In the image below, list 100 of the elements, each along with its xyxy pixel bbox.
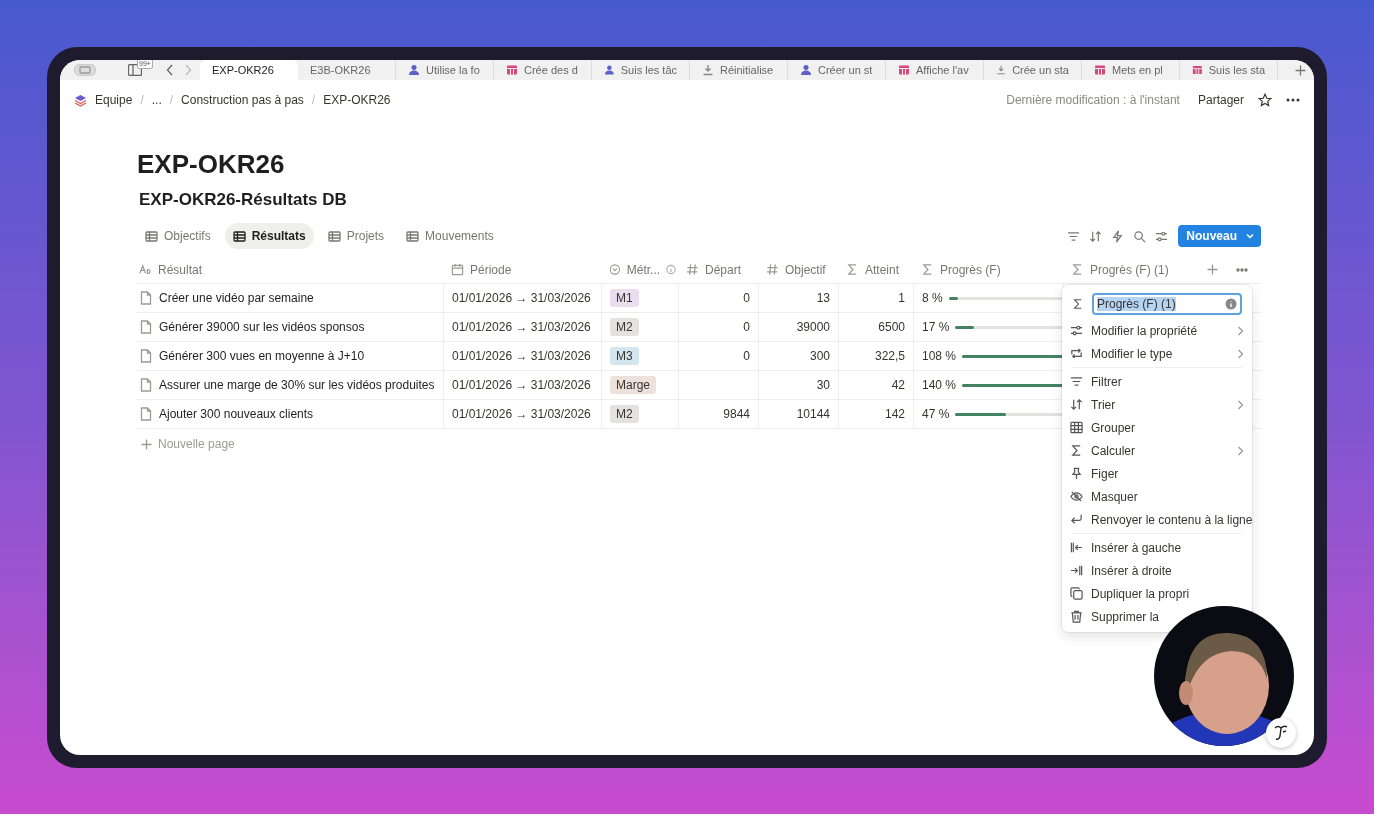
view-tab[interactable]: Objectifs [137, 223, 219, 249]
column-header[interactable]: Métr... [601, 256, 678, 283]
sort-icon[interactable] [1089, 229, 1103, 243]
pin-icon [1070, 467, 1083, 480]
share-button[interactable]: Partager [1195, 91, 1246, 109]
table-cell-text: 140 % [922, 377, 957, 394]
browser-tab[interactable]: Suis les tâc [592, 60, 690, 80]
menu-item[interactable]: Supprimer la [1062, 605, 1168, 628]
menu-item[interactable]: Renvoyer le contenu à la ligne [1062, 508, 1261, 531]
menu-item[interactable]: Calculer [1062, 439, 1252, 462]
menu-item[interactable]: Masquer [1062, 485, 1146, 508]
add-column-icon[interactable] [1207, 264, 1218, 275]
insert-left-icon [1070, 541, 1083, 554]
metric-tag: M1 [610, 289, 639, 307]
table-cell-text: 10144 [796, 406, 830, 423]
plus-icon [141, 438, 152, 450]
table-cell-text: 0 [743, 290, 750, 307]
table-cell-text: 322,5 [874, 348, 905, 365]
grid-icon [1070, 421, 1083, 434]
menu-item[interactable]: Trier [1062, 393, 1252, 416]
menu-item[interactable]: Insérer à gauche [1062, 536, 1190, 559]
page-icon [139, 291, 153, 305]
table-icon [232, 229, 246, 243]
table-cell-text: 01/01/2026 → 31/03/2026 [452, 290, 591, 307]
column-header[interactable]: Période [443, 256, 601, 283]
browser-tab[interactable]: EXP-OKR26 [200, 60, 298, 80]
view-tab[interactable]: Mouvements [398, 223, 502, 249]
view-tab[interactable]: Projets [319, 223, 393, 249]
browser-tab[interactable]: E3B-OKR26 [298, 60, 396, 80]
page-icon [139, 349, 153, 363]
browser-tab[interactable]: Mets en pl [1082, 60, 1180, 80]
row-title[interactable]: Ajouter 300 nouveaux clients [159, 405, 314, 423]
page-icon [139, 407, 153, 421]
table-cell-text: 142 [884, 406, 905, 423]
menu-item[interactable]: Insérer à droite [1062, 559, 1180, 582]
person-icon [800, 64, 812, 76]
sliders-icon [1070, 324, 1083, 337]
sliders-icon[interactable] [1155, 229, 1169, 243]
filter-icon[interactable] [1067, 229, 1081, 243]
table-cell-text: 17 % [922, 319, 950, 336]
more-icon[interactable] [1286, 98, 1300, 102]
column-header[interactable]: Progrès (F) [913, 256, 1063, 283]
table-cell-text: 8 % [922, 290, 943, 307]
calendar-icon [1094, 64, 1106, 76]
column-header[interactable]: Objectif [758, 256, 838, 283]
sigma-icon [921, 263, 934, 276]
menu-item[interactable]: Filtrer [1062, 370, 1130, 393]
row-title[interactable]: Générer 39000 sur les vidéos sponsos [159, 318, 365, 336]
sidebar-toggle-icon[interactable] [128, 64, 142, 76]
table-cell-text: 01/01/2026 → 31/03/2026 [452, 406, 591, 423]
wrap-icon [1070, 513, 1083, 526]
breadcrumb-item[interactable]: Construction pas à pas [179, 91, 306, 109]
search-icon[interactable] [1133, 229, 1147, 243]
menu-item[interactable]: Figer [1062, 462, 1127, 485]
page-icon [139, 378, 153, 392]
breadcrumb-item[interactable]: EXP-OKR26 [321, 91, 393, 109]
back-icon[interactable] [166, 64, 174, 76]
browser-tab[interactable]: Affiche l'av [886, 60, 984, 80]
star-icon[interactable] [1258, 93, 1272, 107]
menu-item[interactable]: Modifier la propriété [1062, 319, 1252, 342]
browser-tab[interactable]: Suis les sta [1180, 60, 1278, 80]
insert-right-icon [1070, 564, 1083, 577]
row-title[interactable]: Assurer une marge de 30% sur les vidéos produites [159, 376, 435, 394]
column-header[interactable]: Progrès (F) (1) [1063, 256, 1258, 283]
browser-tab[interactable]: Crée un sta [984, 60, 1082, 80]
column-header[interactable]: Atteint [838, 256, 913, 283]
table-cell-text: 1 [898, 290, 905, 307]
table-cell-text: 47 % [922, 406, 950, 423]
lightning-icon[interactable] [1111, 229, 1125, 243]
row-title[interactable]: Créer une vidéo par semaine [159, 289, 314, 307]
calendar-icon [1192, 64, 1203, 76]
filter-icon [1070, 375, 1083, 388]
browser-tab[interactable]: Utilise la fo [396, 60, 494, 80]
hash-icon [686, 263, 699, 276]
view-tab[interactable]: Résultats [224, 223, 314, 249]
menu-item[interactable]: Dupliquer la propri [1062, 582, 1198, 605]
column-header[interactable]: Départ [678, 256, 758, 283]
download-icon [702, 64, 714, 76]
row-title[interactable]: Générer 300 vues en moyenne à J+10 [159, 347, 365, 365]
scribble-button[interactable] [1266, 718, 1296, 748]
table-cell-text: 01/01/2026 → 31/03/2026 [452, 348, 591, 365]
browser-tab[interactable]: Réinitialise [690, 60, 788, 80]
table-cell-text: 13 [816, 290, 830, 307]
plus-icon[interactable] [1295, 64, 1306, 76]
sigma-icon [1071, 263, 1084, 276]
browser-tab[interactable]: Créer un st [788, 60, 886, 80]
sigma-icon [1072, 298, 1084, 310]
text-type-icon [139, 263, 152, 276]
hash-icon [766, 263, 779, 276]
menu-item[interactable]: Modifier le type [1062, 342, 1252, 365]
name-field[interactable]: Progrès (F) (1) [1092, 293, 1242, 315]
breadcrumb-item[interactable]: Equipe [93, 91, 135, 109]
table-cell-text: 0 [743, 319, 750, 336]
breadcrumb-item[interactable]: ... [149, 91, 164, 109]
column-header[interactable]: Résultat [137, 256, 443, 283]
new-button[interactable]: Nouveau [1178, 225, 1261, 247]
menu-item[interactable]: Grouper [1062, 416, 1144, 439]
calendar-icon [898, 64, 910, 76]
browser-tab[interactable]: Crée des d [494, 60, 592, 80]
chevron-down-icon[interactable] [1245, 231, 1255, 241]
